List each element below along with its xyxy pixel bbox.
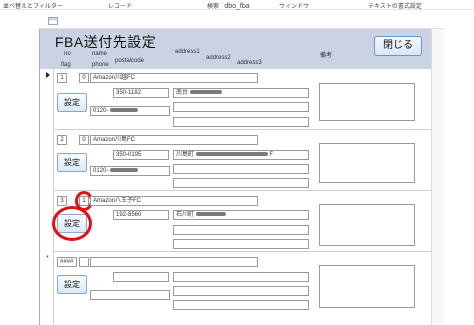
record-1-no-field[interactable]: 1: [57, 73, 67, 83]
new-record-address2-field[interactable]: [173, 286, 309, 296]
record-3-address2-field[interactable]: [173, 225, 309, 235]
new-record-name-field[interactable]: [90, 257, 258, 267]
record-1-postalcode-field[interactable]: 350-1182: [113, 88, 169, 98]
record-1-phone-text: 0120-: [93, 108, 109, 114]
record-separator: [54, 190, 431, 191]
record-2-address3-field[interactable]: [173, 178, 309, 188]
column-header-address1: address1: [175, 49, 200, 55]
record-1-name-field[interactable]: Amazon川越FC: [90, 73, 258, 83]
new-record-remarks-field[interactable]: [319, 265, 415, 308]
column-header-address2: address2: [206, 55, 231, 61]
column-header-flag: flag: [61, 62, 71, 68]
record-1-phone-field[interactable]: 0120-: [90, 106, 170, 116]
record-3-address1-redaction: [195, 212, 226, 217]
record-2-phone-redaction: [110, 168, 139, 173]
record-2-phone-text: 0120-: [93, 168, 109, 174]
record-1-address1-text: 南台: [176, 90, 189, 96]
record-1-settings-button[interactable]: 設定: [57, 93, 87, 112]
current-record-arrow-icon: [46, 72, 50, 78]
new-record-address3-field[interactable]: [173, 300, 309, 310]
record-2-no-field[interactable]: 2: [57, 135, 67, 145]
column-header-phone: phone: [92, 62, 109, 68]
record-1-remarks-field[interactable]: [319, 83, 415, 121]
record-3-name-field[interactable]: Amazon八王子FC: [90, 196, 258, 206]
record-2-settings-button[interactable]: 設定: [57, 153, 87, 172]
record-separator: [54, 129, 431, 130]
record-3-address1-text: 石川町: [176, 212, 195, 218]
record-3-no-field[interactable]: 3: [57, 196, 67, 206]
record-1-flag-field[interactable]: 0: [79, 73, 89, 83]
record-1-address1-field[interactable]: 南台: [173, 88, 309, 98]
new-record-flag-field[interactable]: [79, 257, 89, 267]
record-separator: [54, 251, 431, 252]
record-1-phone-redaction: [110, 108, 139, 113]
record-2-address1-redaction: [195, 152, 268, 157]
record-2-postalcode-field[interactable]: 350-0195: [113, 150, 169, 160]
record-3-address3-field[interactable]: [173, 239, 309, 249]
record-3-remarks-field[interactable]: [319, 204, 415, 246]
settings-highlight-circle: [52, 206, 92, 241]
record-1-address2-field[interactable]: [173, 102, 309, 112]
record-2-remarks-field[interactable]: [319, 143, 415, 183]
close-button[interactable]: 閉じる: [374, 36, 422, 56]
record-2-address2-field[interactable]: [173, 164, 309, 174]
record-2-address1-text: 川島町: [176, 152, 195, 158]
record-1-address1-redaction: [189, 90, 222, 95]
record-1-address3-field[interactable]: [173, 117, 309, 127]
record-selector-column[interactable]: [44, 69, 54, 325]
record-2-flag-field[interactable]: 0: [79, 135, 89, 145]
new-record-phone-field[interactable]: [90, 290, 170, 300]
record-2-name-field[interactable]: Amazon川島FC: [90, 135, 258, 145]
column-header-remarks: 備考: [320, 53, 333, 59]
column-header-no: no: [64, 51, 71, 57]
record-3-postalcode-field[interactable]: 192-8560: [113, 210, 169, 220]
page-title: FBA送付先設定: [55, 34, 157, 50]
window-title: dbo_fba: [224, 3, 250, 10]
new-record-marker: *: [46, 255, 49, 262]
new-record-no-field[interactable]: ####: [57, 257, 77, 267]
column-header-postalcode: postalcode: [115, 58, 145, 64]
new-record-settings-button[interactable]: 設定: [57, 275, 87, 294]
record-3-address1-field[interactable]: 石川町: [173, 210, 309, 220]
record-2-phone-field[interactable]: 0120-: [90, 166, 170, 176]
form-titlebar: [39, 14, 444, 29]
column-header-name: name: [92, 51, 108, 57]
new-record-postalcode-field[interactable]: [113, 272, 169, 282]
vertical-scrollbar[interactable]: [431, 29, 444, 325]
record-2-address1-suffix: F: [269, 152, 274, 158]
form-icon: [48, 17, 58, 25]
column-header-address3: address3: [237, 60, 262, 66]
new-record-address1-field[interactable]: [173, 272, 309, 282]
record-2-address1-field[interactable]: 川島町 F: [173, 150, 309, 160]
